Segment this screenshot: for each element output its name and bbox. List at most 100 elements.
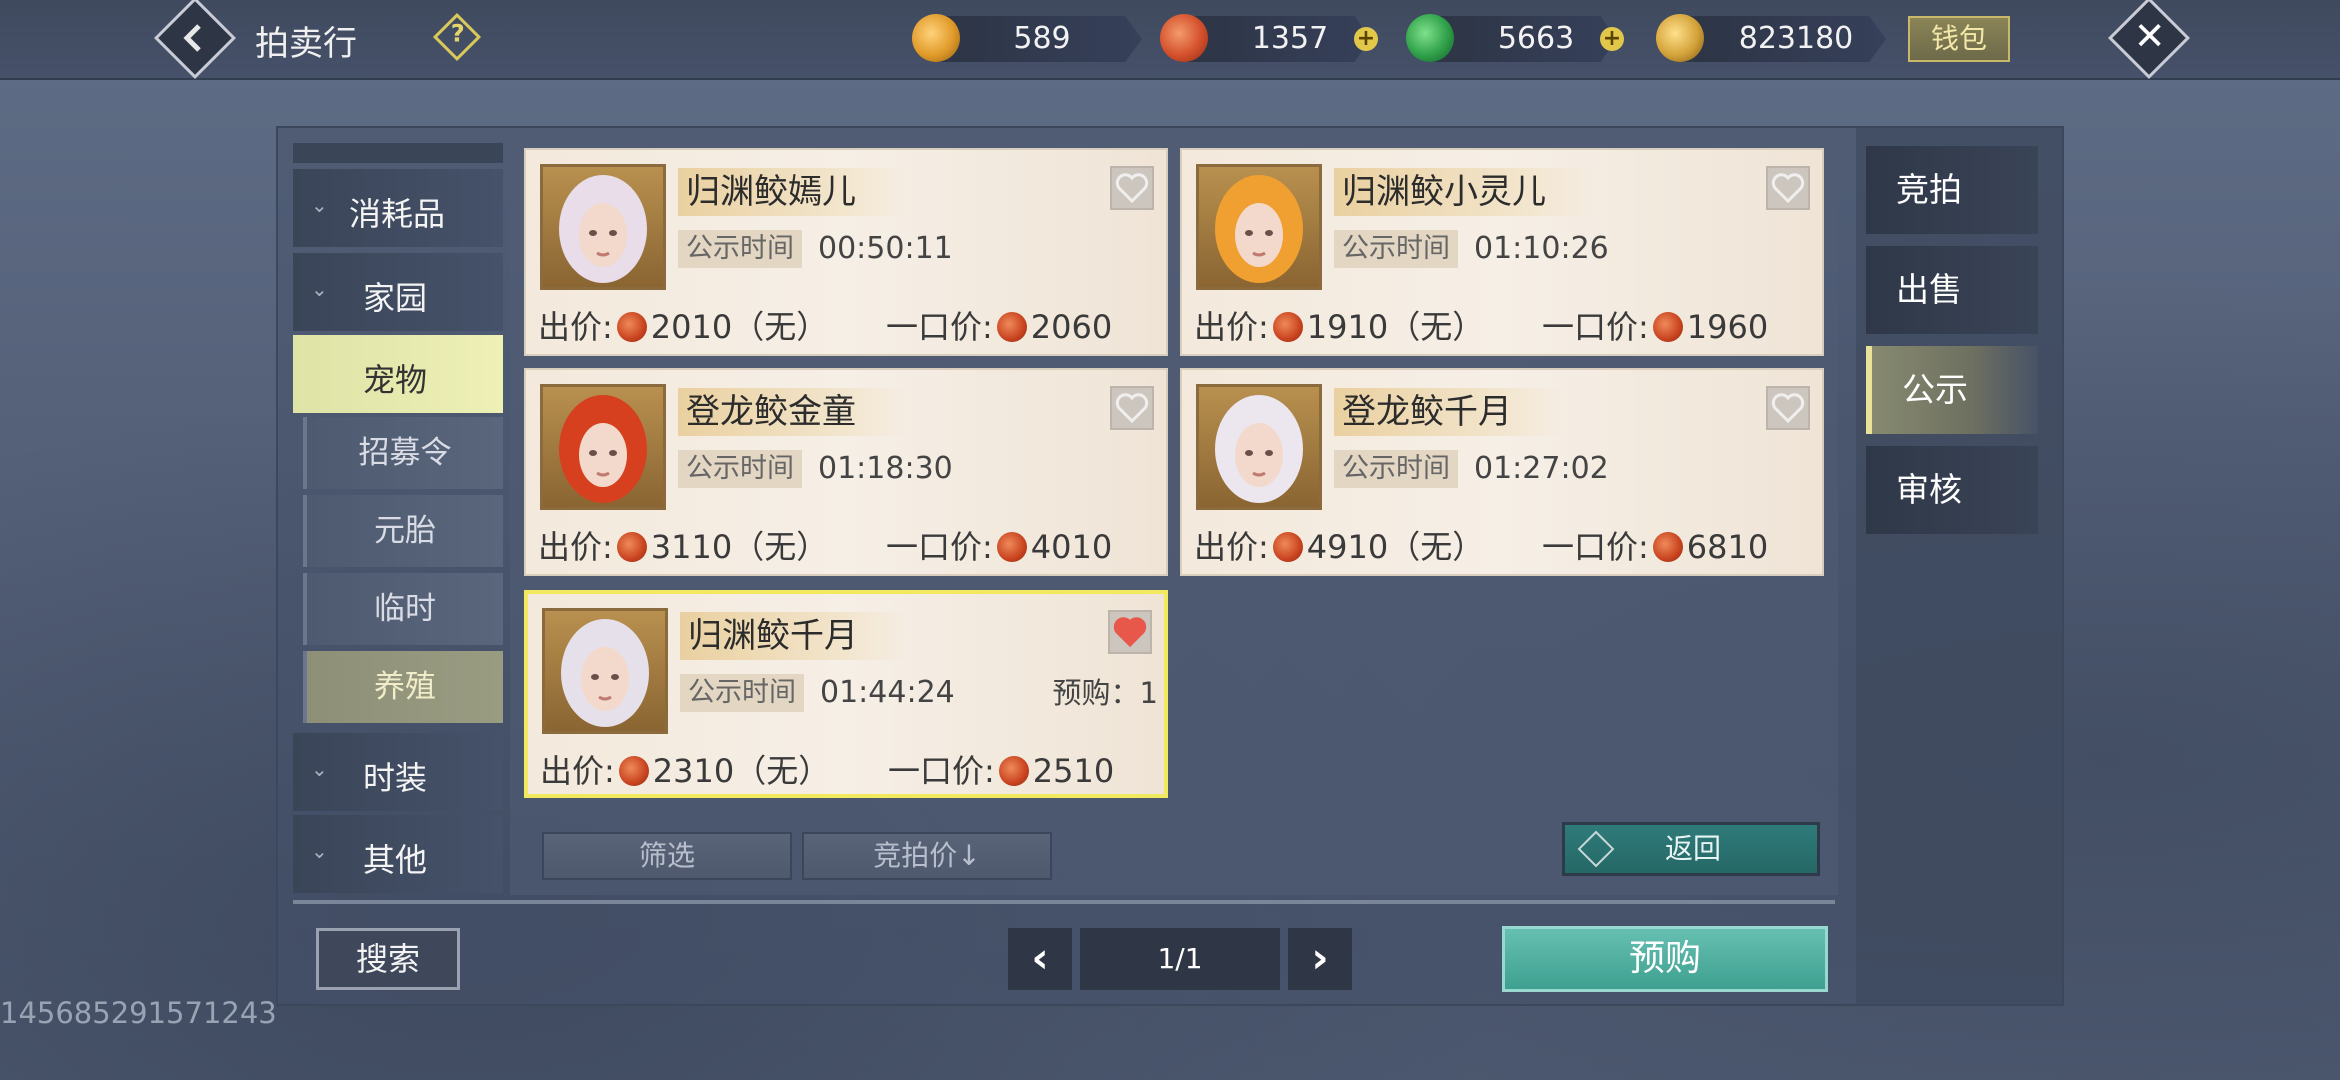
- listing-card[interactable]: 登龙鲛千月公示时间 01:27:02 出价: 4910（无） 一口价: 6810: [1180, 368, 1824, 576]
- currency-silver: 823180: [1656, 14, 1886, 62]
- subcategory-embryo[interactable]: 元胎: [303, 495, 503, 567]
- add-red-coin-button[interactable]: +: [1354, 27, 1378, 51]
- category-label: 宠物: [363, 361, 428, 399]
- bid-label: 出价:: [540, 752, 615, 790]
- top-bar: 拍卖行 ? 589 1357 + 5663 + 823180 钱包 ✕: [0, 0, 2340, 80]
- buyout-value: 1960: [1686, 308, 1769, 346]
- time-value: 01:44:24: [820, 675, 955, 710]
- chevron-down-icon: ⌄: [311, 277, 328, 301]
- page-indicator: 1/1: [1080, 928, 1280, 990]
- return-button[interactable]: 返回: [1562, 822, 1820, 876]
- heart-icon: [1771, 173, 1805, 204]
- time-label: 公示时间: [1334, 450, 1458, 488]
- back-button[interactable]: [153, 0, 237, 80]
- subcategory-temporary[interactable]: 临时: [303, 573, 503, 645]
- buyout-price: 一口价: 2060: [886, 302, 1112, 348]
- currency-value: 589: [1013, 21, 1071, 56]
- bid-price: 出价: 4910（无）: [1194, 522, 1484, 568]
- prev-page-button[interactable]: ‹: [1008, 928, 1072, 990]
- filter-button[interactable]: 筛选: [542, 832, 792, 880]
- chevron-left-icon: [183, 24, 201, 52]
- chevron-left-icon: [1577, 830, 1615, 868]
- wallet-button[interactable]: 钱包: [1908, 16, 2010, 62]
- buyout-price: 一口价: 4010: [886, 522, 1112, 568]
- category-label: 时装: [363, 759, 428, 797]
- bid-value: 3110（无）: [650, 528, 829, 566]
- pet-portrait: [542, 608, 668, 734]
- close-button[interactable]: ✕: [2107, 0, 2191, 80]
- listing-card[interactable]: 归渊鲛千月 公示时间 01:44:24 预购：1 出价: 2310（无） 一口价: 2510: [524, 590, 1168, 798]
- red-coin-icon: [1272, 532, 1303, 562]
- category-home[interactable]: ⌄ 家园: [293, 253, 503, 331]
- listing-card[interactable]: 登龙鲛金童 公示时间 01:18:30 出价: 3110（无） 一口价: 4010: [524, 368, 1168, 576]
- prebuy-button[interactable]: 预购: [1502, 926, 1828, 992]
- buyout-label: 一口价:: [888, 752, 995, 790]
- bid-label: 出价:: [538, 528, 613, 566]
- buyout-label: 一口价:: [1542, 528, 1649, 566]
- return-label: 返回: [1665, 832, 1722, 865]
- jade-icon: [1406, 14, 1454, 62]
- pet-portrait: [1196, 384, 1322, 510]
- tab-public[interactable]: 公示: [1866, 346, 2038, 434]
- bid-price: 出价: 1910（无）: [1194, 302, 1484, 348]
- bid-price: 出价: 2010（无）: [538, 302, 828, 348]
- chevron-right-icon: ›: [1311, 933, 1329, 982]
- favorite-button[interactable]: [1766, 166, 1810, 210]
- buyout-value: 2060: [1030, 308, 1113, 346]
- currency-red-coin: 1357 +: [1160, 14, 1390, 62]
- category-other[interactable]: ⌄ 其他: [293, 815, 503, 893]
- listing-card[interactable]: 归渊鲛嫣儿 公示时间 00:50:11 出价: 2010（无） 一口价: 2060: [524, 148, 1168, 356]
- bid-label: 出价:: [1194, 528, 1269, 566]
- tab-bidding[interactable]: 竞拍: [1866, 146, 2038, 234]
- red-coin-icon: [998, 756, 1029, 786]
- sort-button[interactable]: 竞拍价↓: [802, 832, 1052, 880]
- pet-name: 登龙鲛千月: [1334, 388, 1564, 436]
- buyout-price: 一口价: 1960: [1542, 302, 1768, 348]
- add-jade-button[interactable]: +: [1600, 27, 1624, 51]
- pet-portrait: [540, 384, 666, 510]
- listing-card[interactable]: 归渊鲛小灵儿 公示时间 01:10:26 出价: 1910（无） 一口价: 1960: [1180, 148, 1824, 356]
- tab-review[interactable]: 审核: [1866, 446, 2038, 534]
- currency-jade: 5663 +: [1406, 14, 1636, 62]
- heart-icon: [1115, 393, 1149, 424]
- subcategory-recruit[interactable]: 招募令: [303, 417, 503, 489]
- close-icon: ✕: [2133, 13, 2166, 58]
- help-button[interactable]: ?: [432, 12, 482, 62]
- buyout-price: 一口价: 6810: [1542, 522, 1768, 568]
- currency-value: 5663: [1497, 21, 1575, 56]
- time-value: 01:27:02: [1474, 451, 1609, 486]
- bid-value: 4910（无）: [1306, 528, 1485, 566]
- chevron-left-icon: ‹: [1031, 933, 1049, 982]
- pet-name: 归渊鲛嫣儿: [678, 168, 908, 216]
- chevron-down-icon: ⌄: [311, 193, 328, 217]
- red-coin-icon: [1652, 312, 1683, 342]
- category-label: 其他: [363, 841, 428, 879]
- next-page-button[interactable]: ›: [1288, 928, 1352, 990]
- search-button[interactable]: 搜索: [316, 928, 460, 990]
- favorite-button[interactable]: [1110, 386, 1154, 430]
- page-title: 拍卖行: [255, 24, 357, 64]
- time-label: 公示时间: [1334, 230, 1458, 268]
- favorite-button[interactable]: [1766, 386, 1810, 430]
- red-coin-icon: [1160, 14, 1208, 62]
- favorite-button[interactable]: [1110, 166, 1154, 210]
- bid-label: 出价:: [1194, 308, 1269, 346]
- pet-name: 登龙鲛金童: [678, 388, 908, 436]
- red-coin-icon: [996, 312, 1027, 342]
- category-fashion[interactable]: ⌄ 时装: [293, 733, 503, 811]
- favorite-button[interactable]: [1108, 610, 1152, 654]
- currency-value: 823180: [1738, 21, 1854, 56]
- category-pets[interactable]: 宠物: [293, 335, 503, 413]
- buyout-price: 一口价: 2510: [888, 746, 1114, 792]
- category-label: 家园: [363, 279, 428, 317]
- red-coin-icon: [996, 532, 1027, 562]
- prepurchase-count: 预购：1: [1052, 676, 1158, 710]
- tab-sell[interactable]: 出售: [1866, 246, 2038, 334]
- bid-label: 出价:: [538, 308, 613, 346]
- pet-name: 归渊鲛千月: [680, 612, 910, 660]
- category-consumables[interactable]: ⌄ 消耗品: [293, 169, 503, 247]
- time-label: 公示时间: [678, 230, 802, 268]
- subcategory-breeding[interactable]: 养殖: [303, 651, 503, 723]
- time-value: 01:10:26: [1474, 231, 1609, 266]
- bid-value: 1910（无）: [1306, 308, 1485, 346]
